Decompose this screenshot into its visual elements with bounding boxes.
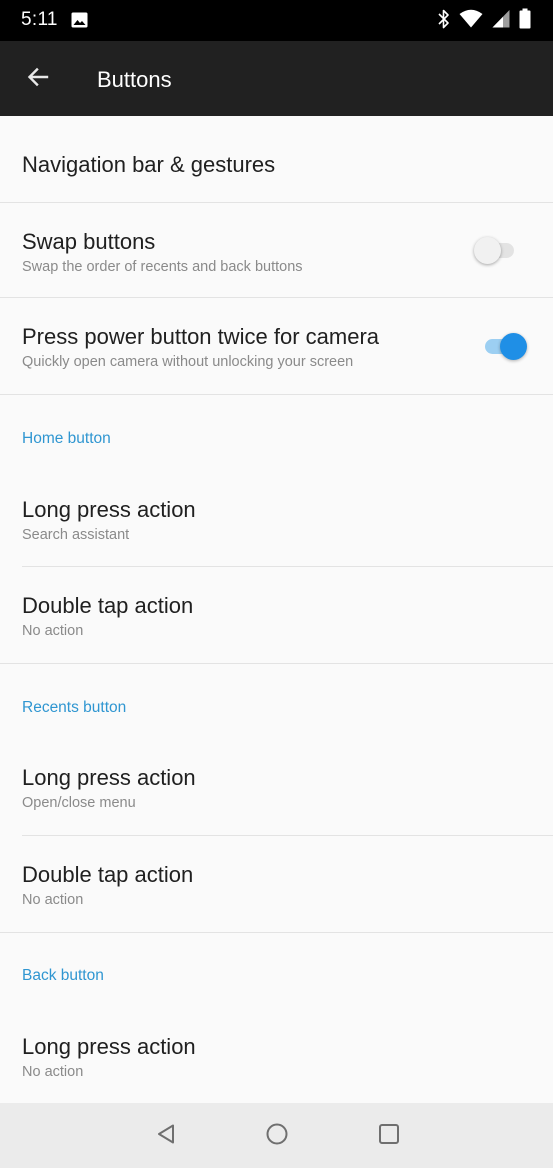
recents-long-press-item[interactable]: Long press action Open/close menu (0, 739, 553, 835)
recents-button-header: Recents button (22, 699, 127, 716)
power-camera-summary: Quickly open camera without unlocking yo… (22, 354, 354, 370)
status-icons (438, 8, 531, 34)
recents-double-tap-item[interactable]: Double tap action No action (0, 836, 553, 932)
back-button[interactable] (19, 60, 57, 98)
power-camera-switch[interactable] (485, 333, 527, 360)
settings-list: Navigation bar & gestures Swap buttons S… (0, 116, 553, 1103)
app-bar: Buttons (0, 41, 553, 116)
arrow-back-icon (26, 65, 50, 94)
page-title: Buttons (97, 67, 172, 92)
bluetooth-icon (438, 9, 450, 34)
status-bar: 5:11 (0, 0, 553, 41)
home-long-press-title: Long press action (22, 497, 196, 522)
image-icon (71, 12, 88, 28)
swap-buttons-item[interactable]: Swap buttons Swap the order of recents a… (0, 203, 553, 297)
divider (0, 932, 553, 933)
nav-home-button[interactable] (262, 1121, 292, 1151)
home-long-press-summary: Search assistant (22, 527, 130, 543)
home-button-header: Home button (22, 430, 111, 447)
home-double-tap-summary: No action (22, 623, 84, 639)
home-double-tap-title: Double tap action (22, 593, 194, 618)
signal-icon (492, 9, 510, 33)
home-circle-icon (265, 1122, 289, 1151)
recents-double-tap-summary: No action (22, 892, 84, 908)
back-long-press-title: Long press action (22, 1034, 196, 1059)
home-long-press-item[interactable]: Long press action Search assistant (0, 470, 553, 566)
divider (0, 394, 553, 395)
recents-long-press-summary: Open/close menu (22, 795, 136, 811)
switch-thumb (500, 333, 527, 360)
recents-double-tap-title: Double tap action (22, 862, 194, 887)
battery-icon (519, 8, 531, 34)
nav-back-button[interactable] (151, 1121, 181, 1151)
swap-buttons-title: Swap buttons (22, 229, 156, 254)
power-camera-item[interactable]: Press power button twice for camera Quic… (0, 298, 553, 394)
switch-thumb (474, 237, 501, 264)
wifi-icon (459, 9, 483, 33)
recents-long-press-title: Long press action (22, 765, 196, 790)
system-nav-bar (0, 1103, 553, 1168)
back-button-header: Back button (22, 967, 104, 984)
divider (0, 663, 553, 664)
nav-bar-gestures-title: Navigation bar & gestures (22, 152, 276, 177)
swap-buttons-summary: Swap the order of recents and back butto… (22, 259, 303, 275)
power-camera-title: Press power button twice for camera (22, 324, 380, 349)
home-double-tap-item[interactable]: Double tap action No action (0, 567, 553, 663)
recents-square-icon (378, 1123, 400, 1150)
swap-buttons-switch[interactable] (474, 237, 516, 264)
back-long-press-summary: No action (22, 1064, 84, 1080)
back-long-press-item[interactable]: Long press action No action (0, 1007, 553, 1103)
nav-recents-button[interactable] (374, 1121, 404, 1151)
nav-bar-gestures-item[interactable]: Navigation bar & gestures (0, 116, 553, 202)
back-triangle-icon (155, 1123, 177, 1150)
status-time: 5:11 (21, 9, 58, 30)
